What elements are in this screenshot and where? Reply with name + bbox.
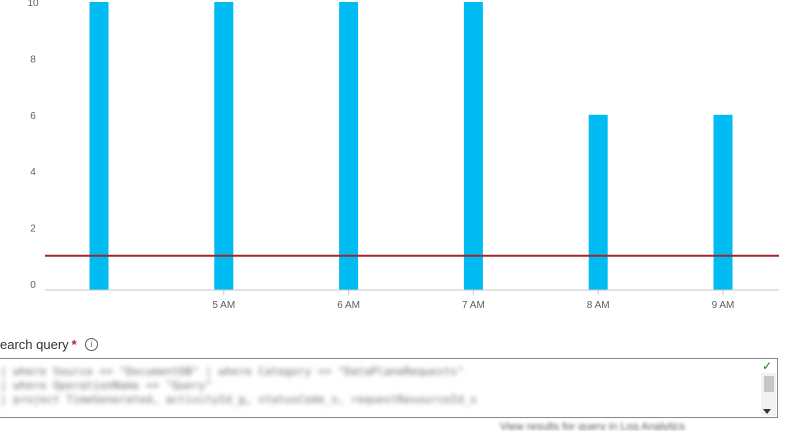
search-query-lines: | where Source == "DocumentDB" | where C… bbox=[0, 365, 750, 407]
x-tick-label: 6 AM bbox=[337, 300, 360, 311]
bar-6-am[interactable] bbox=[339, 2, 359, 290]
search-query-line: | where Source == "DocumentDB" | where C… bbox=[0, 365, 464, 378]
x-tick-label: 8 AM bbox=[587, 300, 610, 311]
search-query-label: earch query * bbox=[0, 337, 77, 355]
y-tick-label: 2 bbox=[30, 224, 36, 235]
y-tick-label: 4 bbox=[30, 167, 36, 178]
bar-7-am[interactable] bbox=[463, 2, 483, 290]
scrollbar-thumb[interactable] bbox=[764, 376, 774, 392]
y-tick-label: 0 bbox=[30, 280, 36, 291]
chart-bars bbox=[89, 2, 733, 290]
search-query-line: | project TimeGenerated, activityId_g, s… bbox=[0, 393, 477, 406]
y-tick-label: 6 bbox=[30, 111, 36, 122]
search-query-line: | where OperationName == "Query" bbox=[0, 379, 212, 392]
query-scrollbar[interactable] bbox=[761, 373, 776, 416]
search-query-input[interactable]: | where Source == "DocumentDB" | where C… bbox=[0, 358, 778, 418]
x-tick-label: 5 AM bbox=[212, 300, 235, 311]
required-marker: * bbox=[71, 337, 77, 352]
x-axis-ticks: 5 AM 6 AM 7 AM 8 AM 9 AM bbox=[212, 290, 734, 311]
bar-9-am[interactable] bbox=[713, 114, 733, 290]
y-tick-label: 10 bbox=[27, 0, 39, 9]
x-tick-label: 9 AM bbox=[712, 300, 735, 311]
scroll-down-arrow-icon[interactable] bbox=[763, 409, 771, 414]
bar-5-am[interactable] bbox=[214, 2, 234, 290]
y-tick-label: 8 bbox=[30, 54, 36, 65]
x-tick-label: 7 AM bbox=[462, 300, 485, 311]
check-icon: ✓ bbox=[761, 359, 773, 373]
bar-4-am[interactable] bbox=[89, 2, 109, 290]
view-results-link[interactable]: View results for query in Log Analytics bbox=[500, 421, 785, 431]
info-icon[interactable]: i bbox=[85, 338, 98, 351]
y-axis-labels: 0 2 4 6 8 10 bbox=[27, 0, 39, 291]
bar-8-am[interactable] bbox=[588, 114, 608, 290]
search-query-label-text: earch query bbox=[0, 337, 69, 352]
bar-chart: 0 2 4 6 8 10 5 AM 6 AM 7 AM 8 AM 9 AM bbox=[27, 0, 779, 311]
